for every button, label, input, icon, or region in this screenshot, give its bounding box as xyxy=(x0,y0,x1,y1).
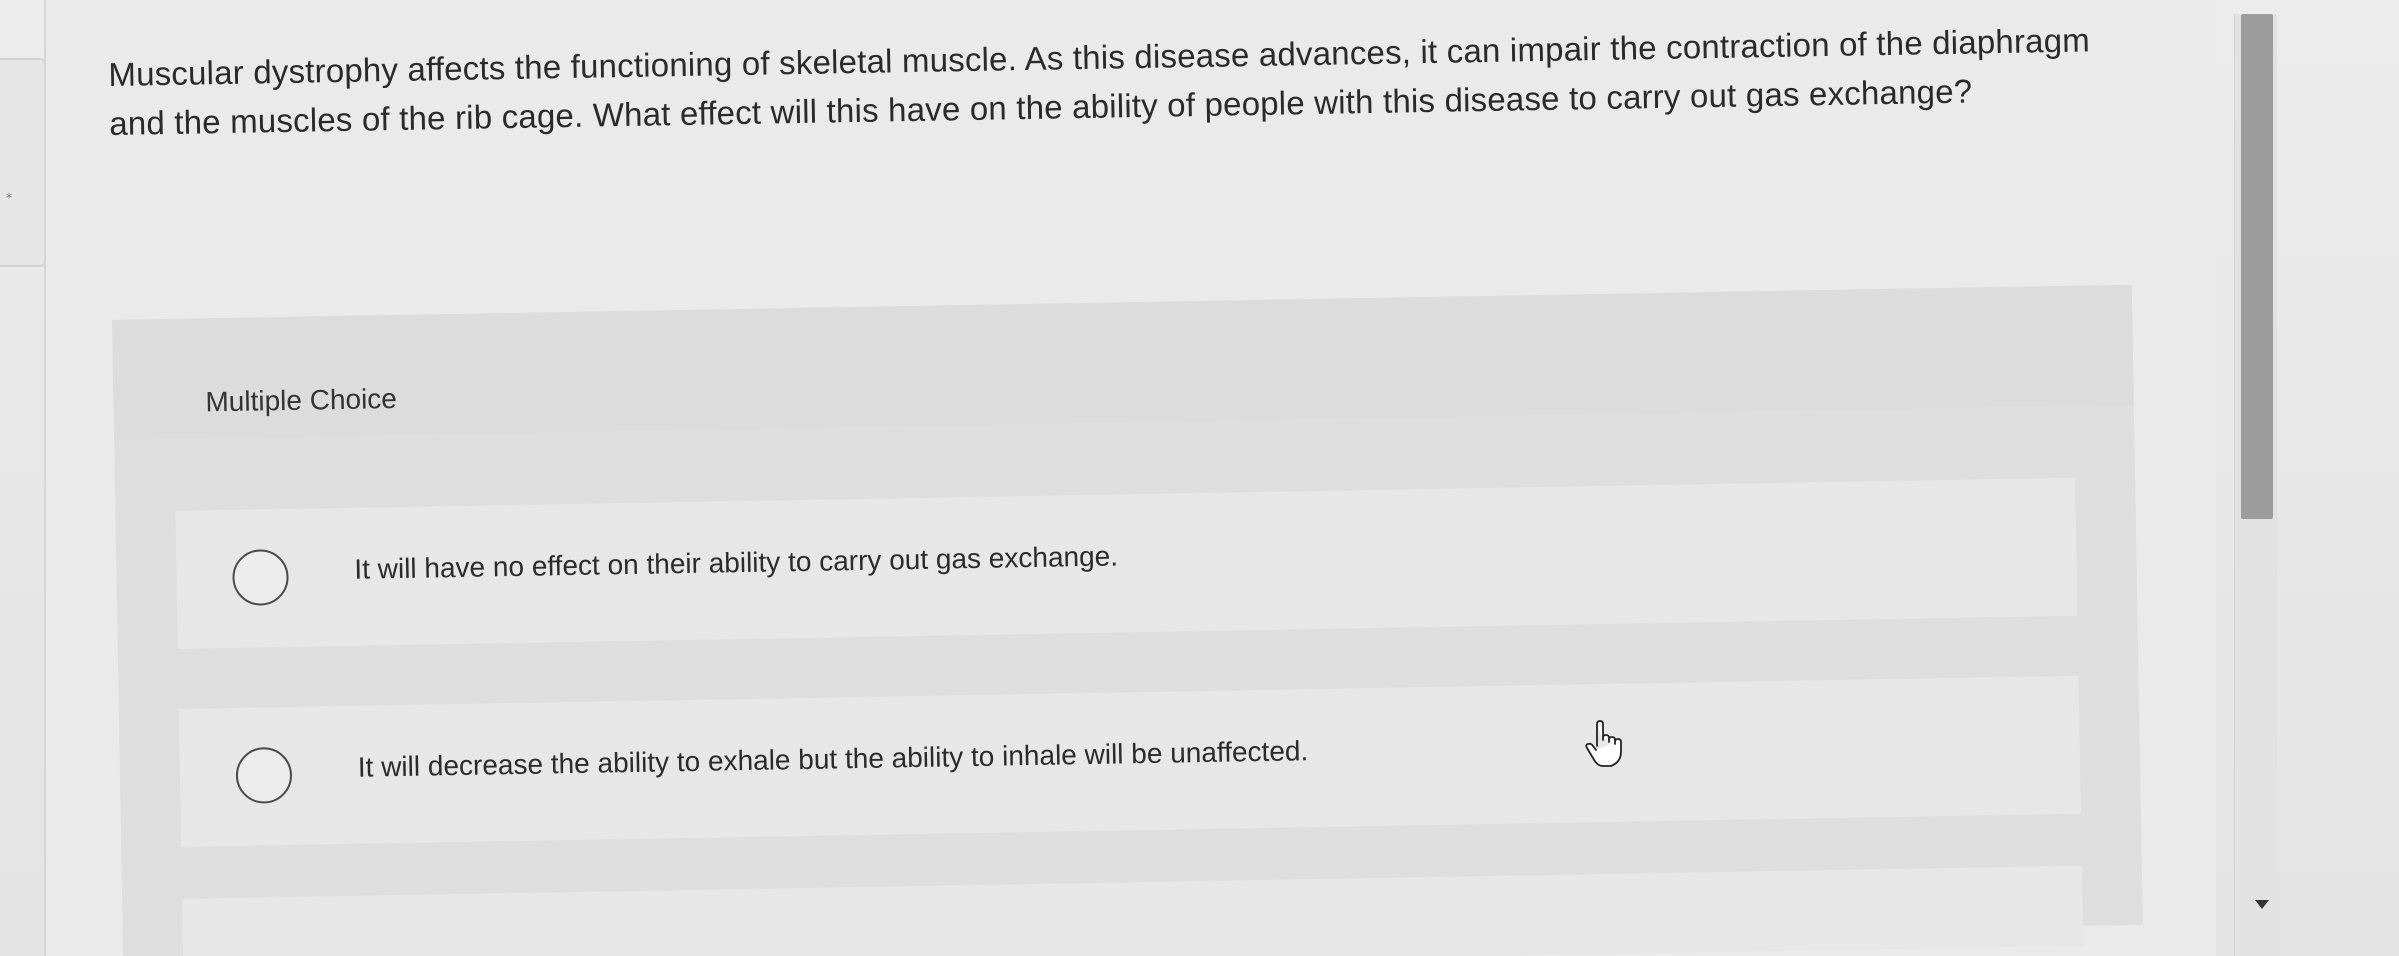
multiple-choice-header: Multiple Choice xyxy=(112,284,2134,440)
chevron-down-icon[interactable] xyxy=(2255,900,2269,909)
hand-pointer-icon xyxy=(1585,720,1622,767)
answer-option-text: It will have no effect on their ability … xyxy=(354,540,1119,585)
radio-unselected-icon[interactable] xyxy=(235,746,293,804)
multiple-choice-panel: Multiple Choice It will have no effect o… xyxy=(112,284,2143,956)
vertical-scrollbar[interactable] xyxy=(2234,14,2277,956)
question-text: Muscular dystrophy affects the functioni… xyxy=(108,21,2091,142)
multiple-choice-label: Multiple Choice xyxy=(205,383,398,418)
answer-option-3-partial[interactable] xyxy=(182,865,2084,956)
side-panel-marker-icon: ⁎ xyxy=(6,187,12,201)
question-content: Muscular dystrophy affects the functioni… xyxy=(44,0,2216,956)
answer-option-2[interactable]: It will decrease the ability to exhale b… xyxy=(178,675,2081,847)
scrollbar-thumb[interactable] xyxy=(2241,14,2273,519)
quiz-page: ⁎ Muscular dystrophy affects the functio… xyxy=(0,0,2399,956)
answer-option-1[interactable]: It will have no effect on their ability … xyxy=(175,477,2078,649)
radio-unselected-icon[interactable] xyxy=(232,548,290,606)
answer-option-text: It will decrease the ability to exhale b… xyxy=(357,735,1309,783)
side-panel-tab[interactable]: ⁎ xyxy=(0,58,46,267)
